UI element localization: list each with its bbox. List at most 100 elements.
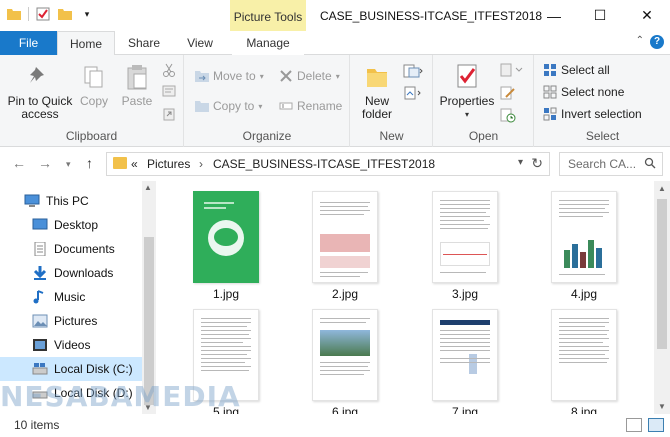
copy-path-icon[interactable] <box>162 85 176 100</box>
properties-icon <box>457 64 477 88</box>
new-item-icon[interactable] <box>403 63 423 82</box>
select-none-button[interactable]: Select none <box>543 85 624 99</box>
address-dropdown-icon[interactable]: ▾ <box>518 157 523 168</box>
invert-selection-button[interactable]: Invert selection <box>543 107 642 121</box>
paste-shortcut-icon[interactable] <box>162 107 176 124</box>
scroll-up-icon[interactable]: ▲ <box>144 183 152 192</box>
paste-icon <box>127 65 147 90</box>
nav-item-desktop[interactable]: Desktop <box>0 213 142 237</box>
delete-icon <box>280 70 292 82</box>
large-icons-view-icon[interactable] <box>648 418 664 432</box>
breadcrumb-pictures[interactable]: Pictures <box>147 157 190 171</box>
clipboard-group: Pin to Quick access Copy Paste Clipboard <box>0 55 184 147</box>
search-box[interactable]: Search CA... <box>559 152 663 176</box>
cut-icon[interactable] <box>162 63 176 80</box>
properties-button[interactable]: Properties ▾ <box>438 63 496 121</box>
pin-quick-access-button[interactable]: Pin to Quick access <box>6 63 74 121</box>
breadcrumb-current-folder[interactable]: CASE_BUSINESS-ITCASE_ITFEST2018 <box>213 157 435 171</box>
invert-selection-label: Invert selection <box>561 107 642 121</box>
nav-item-label: Local Disk (D:) <box>54 386 133 400</box>
address-bar[interactable]: « Pictures › CASE_BUSINESS-ITCASE_ITFEST… <box>106 152 550 176</box>
file-item[interactable]: 8.jpg <box>529 309 639 414</box>
tab-manage[interactable]: Manage <box>232 31 304 55</box>
recent-locations-icon[interactable]: ▾ <box>66 159 71 170</box>
copy-button[interactable]: Copy <box>76 63 112 108</box>
copy-to-icon <box>195 101 209 112</box>
edit-icon[interactable] <box>500 85 516 104</box>
tab-view[interactable]: View <box>174 31 226 55</box>
help-icon[interactable]: ? <box>650 35 664 49</box>
tab-home[interactable]: Home <box>57 31 115 56</box>
file-item[interactable]: 4.jpg <box>529 191 639 301</box>
scroll-up-icon[interactable]: ▲ <box>658 184 666 193</box>
folder-icon[interactable] <box>6 6 22 22</box>
scrollbar-thumb[interactable] <box>657 199 667 349</box>
history-icon[interactable] <box>500 107 516 126</box>
file-item[interactable]: 3.jpg <box>410 191 520 301</box>
navigation-pane: This PC Desktop Documents Downloads Musi… <box>0 181 156 414</box>
file-name: 7.jpg <box>451 405 479 414</box>
file-item[interactable]: 5.jpg <box>171 309 281 414</box>
paste-button[interactable]: Paste <box>118 63 156 108</box>
properties-icon[interactable] <box>35 6 51 22</box>
scroll-down-icon[interactable]: ▼ <box>658 402 666 411</box>
folder-icon <box>113 157 127 169</box>
up-arrow-icon[interactable]: ↑ <box>86 155 93 171</box>
minimize-icon: — <box>547 7 561 24</box>
item-count: 10 items <box>14 418 60 432</box>
file-name: 6.jpg <box>331 405 359 414</box>
select-none-icon <box>543 85 557 99</box>
nav-item-documents[interactable]: Documents <box>0 237 142 261</box>
computer-icon <box>24 194 40 207</box>
back-arrow-icon[interactable]: ← <box>12 155 26 171</box>
close-button[interactable]: ✕ <box>624 0 670 31</box>
rename-icon <box>279 102 293 110</box>
nav-item-this-pc[interactable]: This PC <box>0 189 142 213</box>
file-item[interactable]: 2.jpg <box>290 191 400 301</box>
toolbar-separator <box>28 7 29 21</box>
nav-item-videos[interactable]: Videos <box>0 333 142 357</box>
refresh-icon[interactable]: ↻ <box>531 155 543 172</box>
tab-file[interactable]: File <box>0 31 57 55</box>
forward-arrow-icon[interactable]: → <box>38 155 52 171</box>
nav-item-local-disk-d[interactable]: Local Disk (D:) <box>0 381 142 405</box>
rename-button[interactable]: Rename <box>279 99 342 113</box>
open-icon[interactable] <box>500 63 524 80</box>
new-folder-icon[interactable] <box>57 6 73 22</box>
move-to-button[interactable]: Move to ▾ <box>195 69 264 83</box>
delete-button[interactable]: Delete ▾ <box>279 69 340 83</box>
select-all-button[interactable]: Select all <box>543 63 610 77</box>
delete-label: Delete <box>297 69 332 83</box>
tab-share[interactable]: Share <box>118 31 170 55</box>
ribbon-collapse-icon[interactable]: ⌃ <box>636 35 644 46</box>
properties-label: Properties <box>439 94 495 108</box>
breadcrumb-overflow[interactable]: « <box>131 157 138 171</box>
scrollbar-thumb[interactable] <box>144 237 154 405</box>
quick-access-toolbar: ▾ <box>6 6 95 22</box>
easy-access-icon[interactable] <box>403 85 423 104</box>
file-item[interactable]: 1.jpg <box>171 191 281 301</box>
nav-item-music[interactable]: Music <box>0 285 142 309</box>
file-thumbnail <box>312 309 378 401</box>
file-item[interactable]: 6.jpg <box>290 309 400 414</box>
select-all-icon <box>544 64 556 76</box>
customize-dropdown-icon[interactable]: ▾ <box>79 6 95 22</box>
file-list-scrollbar[interactable]: ▲ ▼ <box>654 181 670 414</box>
breadcrumb-separator[interactable]: › <box>199 157 203 171</box>
copy-to-button[interactable]: Copy to ▾ <box>195 99 262 113</box>
paste-label: Paste <box>121 94 153 108</box>
nav-item-pictures[interactable]: Pictures <box>0 309 142 333</box>
minimize-button[interactable]: — <box>531 0 577 31</box>
maximize-button[interactable]: ☐ <box>577 0 623 31</box>
music-icon <box>33 290 44 304</box>
new-folder-icon <box>367 69 387 87</box>
file-item[interactable]: 7.jpg <box>410 309 520 414</box>
nav-pane-scrollbar[interactable]: ▲ ▼ <box>142 181 156 414</box>
nav-item-downloads[interactable]: Downloads <box>0 261 142 285</box>
nav-item-label: This PC <box>46 194 89 208</box>
nav-item-local-disk-c[interactable]: Local Disk (C:) <box>0 357 142 381</box>
new-folder-button[interactable]: New folder <box>355 63 399 121</box>
select-none-label: Select none <box>561 85 625 99</box>
details-view-icon[interactable] <box>626 418 642 432</box>
scroll-down-icon[interactable]: ▼ <box>144 403 152 412</box>
